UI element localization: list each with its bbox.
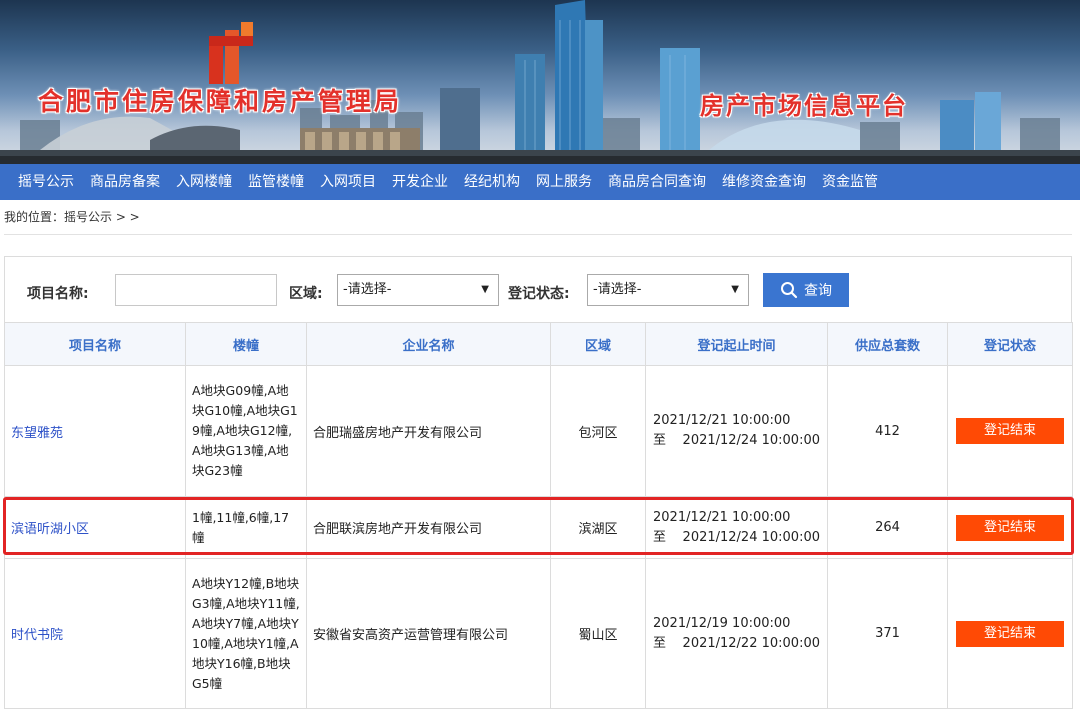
- project-cell: 东望雅苑: [4, 365, 186, 497]
- period-cell: 2021/12/21 10:00:00 至 2021/12/24 10:00:0…: [645, 365, 828, 497]
- district-select-value: -请选择-: [343, 282, 392, 297]
- total-cell: 412: [827, 365, 948, 497]
- company-cell: 合肥瑞盛房地产开发有限公司: [306, 365, 551, 497]
- column-header-project: 项目名称: [4, 322, 186, 366]
- column-header-district: 区域: [550, 322, 646, 366]
- column-header-company: 企业名称: [306, 322, 551, 366]
- dropdown-arrow-icon: ▼: [481, 284, 489, 295]
- nav-item-supervised-buildings[interactable]: 监管楼幢: [240, 164, 312, 200]
- dropdown-arrow-icon: ▼: [731, 284, 739, 295]
- buildings-cell: A地块Y12幢,B地块G3幢,A地块Y11幢,A地块Y7幢,A地块Y10幢,A地…: [185, 558, 307, 709]
- buildings-cell: 1幢,11幢,6幢,17幢: [185, 496, 307, 559]
- bureau-logo: [209, 22, 253, 84]
- table-header-row: 项目名称 楼幢 企业名称 区域 登记起止时间 供应总套数 登记状态: [4, 322, 1073, 366]
- query-button[interactable]: 查询: [763, 273, 849, 307]
- table-row: 滨语听湖小区 1幢,11幢,6幢,17幢 合肥联滨房地产开发有限公司 滨湖区 2…: [4, 496, 1073, 559]
- nav-item-online-services[interactable]: 网上服务: [528, 164, 600, 200]
- district-cell: 包河区: [550, 365, 646, 497]
- column-header-buildings: 楼幢: [185, 322, 307, 366]
- period-to: 至: [653, 635, 667, 651]
- nav-item-brokers[interactable]: 经纪机构: [456, 164, 528, 200]
- status-button[interactable]: 登记结束: [956, 514, 1064, 541]
- project-link[interactable]: 滨语听湖小区: [11, 522, 89, 537]
- district-label: 区域:: [289, 286, 323, 302]
- period-start: 2021/12/21 10:00:00: [653, 413, 791, 428]
- project-link[interactable]: 时代书院: [11, 628, 63, 643]
- district-cell: 滨湖区: [550, 496, 646, 559]
- period-end: 2021/12/24 10:00:00: [682, 433, 820, 448]
- nav-item-fund-supervision[interactable]: 资金监管: [814, 164, 886, 200]
- status-button[interactable]: 登记结束: [956, 620, 1064, 647]
- period-end: 2021/12/24 10:00:00: [682, 529, 820, 545]
- status-label: 登记状态:: [508, 286, 570, 302]
- status-select[interactable]: -请选择- ▼: [587, 274, 749, 306]
- buildings-cell: A地块G09幢,A地块G10幢,A地块G19幢,A地块G12幢,A地块G13幢,…: [185, 365, 307, 497]
- period-end-line: 至 2021/12/22 10:00:00: [653, 634, 821, 654]
- project-cell: 滨语听湖小区: [4, 496, 186, 559]
- period-start: 2021/12/21 10:00:00: [653, 509, 791, 525]
- project-cell: 时代书院: [4, 558, 186, 709]
- table-row: 东望雅苑 A地块G09幢,A地块G10幢,A地块G19幢,A地块G12幢,A地块…: [4, 365, 1073, 497]
- district-select[interactable]: -请选择- ▼: [337, 274, 499, 306]
- bureau-title: 合肥市住房保障和房产管理局: [38, 87, 403, 116]
- breadcrumb: 我的位置：摇号公示 > >: [4, 210, 140, 224]
- query-button-label: 查询: [804, 283, 832, 299]
- lottery-table: 项目名称 楼幢 企业名称 区域 登记起止时间 供应总套数 登记状态 东望雅苑 A…: [4, 322, 1073, 709]
- platform-title: 房产市场信息平台: [700, 92, 908, 120]
- status-cell: 登记结束: [947, 558, 1073, 709]
- period-to: 至: [653, 433, 667, 448]
- project-name-label: 项目名称:: [27, 286, 89, 302]
- status-cell: 登记结束: [947, 496, 1073, 559]
- total-cell: 371: [827, 558, 948, 709]
- column-header-status: 登记状态: [947, 322, 1073, 366]
- period-end-line: 至 2021/12/24 10:00:00: [653, 528, 821, 548]
- nav-item-commercial-filing[interactable]: 商品房备案: [82, 164, 168, 200]
- company-cell: 安徽省安高资产运营管理有限公司: [306, 558, 551, 709]
- company-cell: 合肥联滨房地产开发有限公司: [306, 496, 551, 559]
- table-row: 时代书院 A地块Y12幢,B地块G3幢,A地块Y11幢,A地块Y7幢,A地块Y1…: [4, 558, 1073, 709]
- status-select-value: -请选择-: [593, 282, 642, 297]
- project-link[interactable]: 东望雅苑: [11, 426, 63, 441]
- divider: [4, 234, 1072, 235]
- status-cell: 登记结束: [947, 365, 1073, 497]
- main-nav: 摇号公示 商品房备案 入网楼幢 监管楼幢 入网项目 开发企业 经纪机构 网上服务…: [0, 164, 1080, 200]
- nav-item-maintenance-fund-query[interactable]: 维修资金查询: [714, 164, 814, 200]
- status-button[interactable]: 登记结束: [956, 418, 1064, 444]
- period-end: 2021/12/22 10:00:00: [682, 635, 820, 651]
- nav-item-developers[interactable]: 开发企业: [384, 164, 456, 200]
- period-cell: 2021/12/21 10:00:00 至 2021/12/24 10:00:0…: [645, 496, 828, 559]
- period-to: 至: [653, 529, 667, 545]
- column-header-total: 供应总套数: [827, 322, 948, 366]
- search-panel: 项目名称: 区域: -请选择- ▼ 登记状态: -请选择- ▼ 查询: [4, 256, 1072, 322]
- period-start: 2021/12/19 10:00:00: [653, 615, 791, 631]
- district-cell: 蜀山区: [550, 558, 646, 709]
- nav-item-lottery[interactable]: 摇号公示: [10, 164, 82, 200]
- total-cell: 264: [827, 496, 948, 559]
- project-name-input[interactable]: [115, 274, 277, 306]
- nav-item-networked-projects[interactable]: 入网项目: [312, 164, 384, 200]
- column-header-period: 登记起止时间: [645, 322, 828, 366]
- period-cell: 2021/12/19 10:00:00 至 2021/12/22 10:00:0…: [645, 558, 828, 709]
- period-end-line: 至 2021/12/24 10:00:00: [653, 431, 821, 451]
- search-icon: [781, 282, 798, 299]
- header-banner: 合肥市住房保障和房产管理局 房产市场信息平台: [0, 0, 1080, 164]
- nav-item-contract-query[interactable]: 商品房合同查询: [600, 164, 714, 200]
- nav-item-networked-buildings[interactable]: 入网楼幢: [168, 164, 240, 200]
